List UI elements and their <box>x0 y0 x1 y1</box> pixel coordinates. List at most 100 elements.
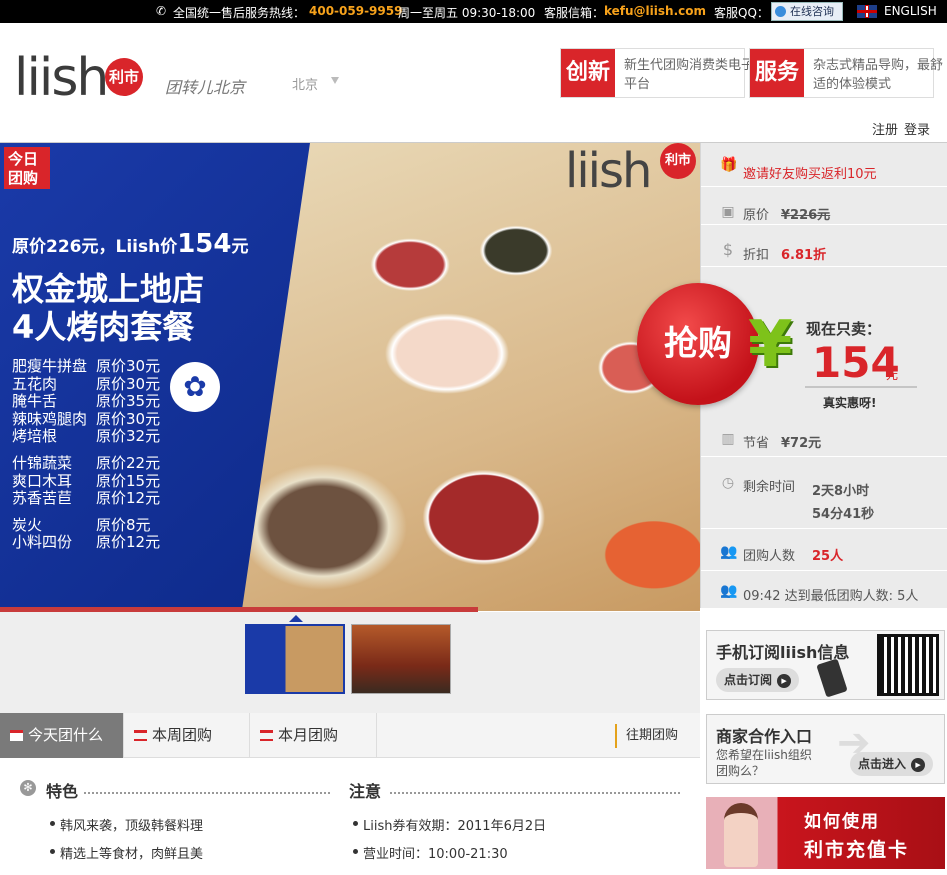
menu-item: 小料四份 <box>12 533 73 552</box>
invite-text[interactable]: 邀请好友购买返利10元 <box>743 163 877 182</box>
site-logo[interactable]: liish <box>14 48 109 108</box>
buyers-label: 团购人数 <box>743 549 796 564</box>
english-link[interactable]: ENGLISH <box>884 4 937 18</box>
clock-icon: ◷ <box>721 475 735 491</box>
menu-item: 肥瘦牛拼盘 <box>12 357 88 375</box>
wallet-icon: ▣ <box>721 204 735 220</box>
now-price-slogan: 真实惠呀! <box>823 396 877 410</box>
menu-row: 爽口木耳 原价15元 <box>12 471 160 491</box>
price-underline <box>805 386 917 388</box>
original-price-value: ¥226元 <box>781 208 831 223</box>
menu-row: 五花肉 原价30元 <box>12 374 161 394</box>
thumbnail-deal-poster[interactable] <box>245 624 345 694</box>
thumbnail-restaurant-photo[interactable] <box>351 624 451 694</box>
qr-code <box>877 634 939 696</box>
today-badge-line2: 团购 <box>8 169 39 187</box>
menu-row: 什锦蔬菜 原价22元 <box>12 453 161 473</box>
tab-month[interactable]: 本月团购 <box>250 713 377 758</box>
menu-row: 肥瘦牛拼盘 原价30元 <box>12 357 160 376</box>
innovation-tag: 创新 <box>561 49 615 97</box>
today-deal-badge: 今日 团购 <box>4 147 50 189</box>
thumbnail-strip <box>0 612 700 713</box>
min-reached-text: 09:42 达到最低团购人数: 5人 <box>743 589 919 604</box>
buyers-value: 25人 <box>812 549 844 564</box>
dollar-icon: $ <box>722 240 734 259</box>
tab-today[interactable]: 今天团什么 <box>0 713 124 758</box>
partner-widget[interactable]: 商家合作入口 您希望在liish组织团购么？ ➔ 点击进入 <box>706 714 945 784</box>
remaining-line2: 54分41秒 <box>812 507 875 522</box>
menu-row: 腌牛舌 原价35元 <box>12 392 161 411</box>
group-icon: 👥 <box>720 583 738 599</box>
tab-week-label: 本周团购 <box>152 726 213 744</box>
notice-title: 注意 <box>349 782 382 801</box>
partner-enter-button[interactable]: 点击进入 <box>850 752 934 776</box>
remaining-label: 剩余时间 <box>743 480 796 495</box>
list-icon <box>134 730 147 741</box>
banner-watermark-badge: 利市 <box>660 143 696 179</box>
menu-price: 原价8元 <box>96 515 151 534</box>
tab-week[interactable]: 本周团购 <box>124 713 250 758</box>
hotline-label: 全国统一售后服务热线： <box>173 6 306 20</box>
price-prefix: 原价226元，Liish价 <box>12 237 178 257</box>
features-divider <box>84 792 330 794</box>
price-big: 154 <box>177 229 232 259</box>
girl-illustration <box>724 803 758 867</box>
feature-item: 韩风来袭，顶级韩餐料理 <box>49 815 203 834</box>
tab-past[interactable]: 往期团购 <box>615 724 678 748</box>
innovation-text: 新生代团购消费类电子平台 <box>624 58 755 92</box>
menu-item: 苏香苦苣 <box>12 489 73 508</box>
bar-chart-icon: ▥ <box>721 431 735 447</box>
buy-now-button[interactable]: 抢购 <box>637 283 759 405</box>
menu-price: 原价30元 <box>96 374 161 393</box>
email-label: 客服信箱： <box>544 6 605 20</box>
people-icon: 👥 <box>720 544 738 560</box>
chevron-down-icon[interactable] <box>331 77 339 84</box>
card-line1: 如何使用 <box>804 812 880 832</box>
logo-badge: 利市 <box>105 58 143 96</box>
subscribe-title: 手机订阅liish信息 <box>716 643 850 662</box>
prepaid-card-banner[interactable]: 如何使用 利市充值卡 <box>706 797 945 869</box>
menu-item: 炭火 <box>12 515 43 534</box>
login-link[interactable]: 登录 <box>904 123 930 138</box>
top-bar: ✆ 全国统一售后服务热线： 400-059-9959 周一至周五 09:30-1… <box>0 0 947 23</box>
deal-banner[interactable]: 今日 团购 原价226元，Liish价154元 权金城上地店 4人烤肉套餐 肥瘦… <box>0 143 700 611</box>
banner-watermark-logo: liish <box>565 143 652 199</box>
register-link[interactable]: 注册 <box>872 123 898 138</box>
now-price-unit: 元 <box>886 368 899 382</box>
invite-row[interactable]: 🎁 邀请好友购买返利10元 <box>701 143 947 187</box>
city-selector[interactable]: 北京 <box>292 74 318 93</box>
restaurant-emblem-icon: ✿ <box>170 362 220 412</box>
menu-item: 什锦蔬菜 <box>12 453 73 472</box>
yen-icon: ¥ <box>748 308 793 382</box>
partner-text: 您希望在liish组织团购么？ <box>716 748 812 778</box>
banner-price-line: 原价226元，Liish价154元 <box>12 229 248 259</box>
menu-price: 原价35元 <box>96 392 161 411</box>
menu-row: 炭火 原价8元 <box>12 515 160 535</box>
bbq-food-photo <box>240 143 700 611</box>
slogan: 团转儿北京 <box>165 78 246 97</box>
banner-title-2: 4人烤肉套餐 <box>12 308 195 346</box>
subscribe-button[interactable]: 点击订阅 <box>716 668 800 692</box>
notice-item: 营业时间：10:00-21:30 <box>353 843 508 862</box>
thumbnail-pointer-icon <box>289 615 303 622</box>
savings-label: 节省 <box>743 436 770 451</box>
menu-item: 爽口木耳 <box>12 471 73 490</box>
snowflake-icon: ✻ <box>20 780 36 796</box>
menu-price: 原价12元 <box>96 489 161 508</box>
now-price-label: 现在只卖： <box>806 320 882 338</box>
original-price-label: 原价 <box>743 208 770 223</box>
menu-item: 辣味鸡腿肉 <box>12 409 88 428</box>
email-link[interactable]: kefu@liish.com <box>604 4 706 18</box>
discount-value: 6.81折 <box>781 248 827 263</box>
hotline-number: 400-059-9959 <box>309 4 403 18</box>
mobile-phone-icon <box>816 658 848 698</box>
discount-row: $ 折扣 6.81折 <box>701 229 947 267</box>
online-consult-button[interactable]: 在线咨询 <box>771 2 843 21</box>
menu-price: 原价22元 <box>96 453 161 472</box>
menu-item: 五花肉 <box>12 374 58 393</box>
card-line2: 利市充值卡 <box>804 839 910 861</box>
account-links: 注册 登录 <box>866 119 930 138</box>
original-price-row: ▣ 原价 ¥226元 <box>701 195 947 225</box>
menu-row: 苏香苦苣 原价12元 <box>12 489 161 508</box>
menu-price: 原价12元 <box>96 533 161 552</box>
